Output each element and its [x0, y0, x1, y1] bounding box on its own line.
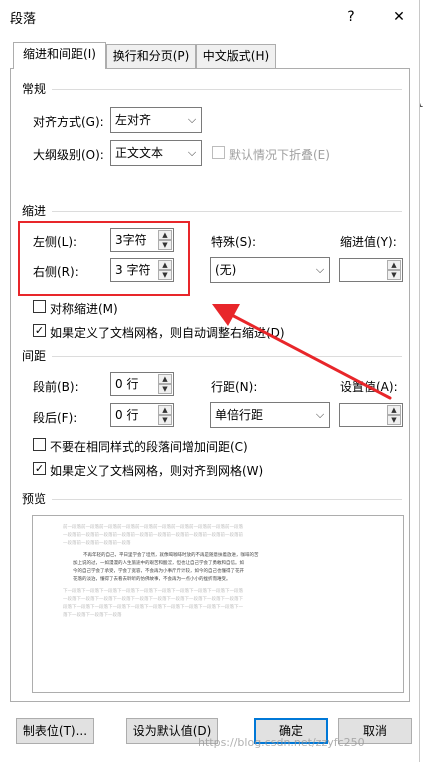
chevron-down-icon: ⌵	[187, 146, 197, 159]
preview-prev-line: 一段落前一段落前一段落前一段落	[63, 541, 131, 546]
snap-to-grid-label: 如果定义了文档网格，则对齐到网格(W)	[50, 464, 264, 478]
chevron-down-icon: ⌵	[187, 113, 197, 126]
collapse-checkbox[interactable]	[212, 146, 225, 159]
preview-prev-line: 前一段落前一段落前一段落前一段落前一段落前一段落前一段落前一段落前一段落前一段落	[63, 525, 243, 530]
section-divider	[52, 211, 402, 212]
section-divider	[52, 89, 402, 90]
indent-by-spinner[interactable]: ▲ ▼	[339, 258, 403, 282]
space-before-spinner[interactable]: 0 行 ▲ ▼	[110, 372, 174, 396]
preview-main-line: 花落的淡泊，懂得了去看去聆听的仿佛故事，不会再为一点小小的挫折而难受。	[73, 577, 231, 582]
outline-level-value: 正文文本	[115, 146, 164, 160]
space-after-label: 段后(F):	[33, 411, 78, 425]
spin-up-icon[interactable]: ▲	[158, 405, 172, 415]
spin-down-icon[interactable]: ▼	[158, 415, 172, 425]
alignment-label: 对齐方式(G):	[33, 115, 104, 129]
space-after-spinner[interactable]: 0 行 ▲ ▼	[110, 403, 174, 427]
preview-main-line: 不再年轻的自己，平日里学会了坦然，就像喝咖啡时放的不再是随意扶着放进，咖啡的苦	[83, 553, 259, 558]
spin-down-icon[interactable]: ▼	[158, 384, 172, 394]
annotation-arrow-icon	[212, 304, 392, 400]
alignment-value: 左对齐	[115, 113, 152, 127]
preview-next-line: 下一段落下一段落下一段落下一段落下一段落下一段落下一段落下一段落下一段落下一段落	[63, 589, 243, 594]
tabs-button[interactable]: 制表位(T)...	[16, 718, 94, 744]
auto-adjust-checkbox[interactable]: ✓	[33, 324, 46, 337]
paragraph-dialog: 段落 ? ✕ 缩进和间距(I) 换行和分页(P) 中文版式(H) 常规 对齐方式…	[0, 0, 420, 762]
collapse-label: 默认情况下折叠(E)	[229, 148, 330, 162]
title-bar: 段落 ? ✕	[0, 0, 420, 34]
watermark: https://blog.csdn.net/zzyfc250	[198, 736, 365, 749]
special-indent-value: (无)	[215, 263, 237, 277]
help-button[interactable]: ?	[340, 6, 362, 28]
tab-asian-typography[interactable]: 中文版式(H)	[196, 44, 276, 68]
no-space-same-style-label: 不要在相同样式的段落间增加间距(C)	[50, 440, 248, 454]
no-space-same-style-checkbox[interactable]	[33, 438, 46, 451]
spin-up-icon[interactable]: ▲	[158, 374, 172, 384]
preview-next-line: 一段落下一段落下一段落下一段落下一段落下一段落下一段落下一段落下一段落下一段落下	[63, 597, 243, 602]
section-indentation: 缩进	[22, 204, 47, 218]
close-button[interactable]: ✕	[388, 6, 410, 28]
tab-line-page-breaks[interactable]: 换行和分页(P)	[106, 44, 196, 68]
preview-next-line: 落下一段落下一段落下一段落	[63, 613, 122, 618]
dialog-title: 段落	[10, 12, 37, 27]
section-general: 常规	[22, 82, 47, 96]
space-after-value: 0 行	[115, 408, 139, 422]
snap-to-grid-checkbox[interactable]: ✓	[33, 462, 46, 475]
outline-level-label: 大纲级别(O):	[33, 148, 104, 162]
mirror-indents-label: 对称缩进(M)	[50, 302, 118, 316]
preview-box: 前一段落前一段落前一段落前一段落前一段落前一段落前一段落前一段落前一段落前一段落…	[32, 515, 404, 693]
preview-prev-line: 一段落前一段落前一段落前一段落前一段落前一段落前一段落前一段落前一段落前一段落前	[63, 533, 243, 538]
indent-by-label: 缩进值(Y):	[340, 235, 397, 249]
preview-main-line: 今的自己学会了承受，学会了宽容，不会再为小事斤斤计较，如今的自己也懂得了花开	[73, 569, 244, 574]
line-spacing-value: 单倍行距	[215, 408, 264, 422]
preview-main-line: 加上说的过，一如漫漫的人生旅途中的艰苦和酸涩，但也让自己学会了勇敢和自信。如	[73, 561, 244, 566]
spin-down-icon[interactable]: ▼	[387, 270, 401, 280]
space-before-label: 段前(B):	[33, 380, 79, 394]
special-indent-dropdown[interactable]: (无) ⌵	[210, 257, 330, 283]
section-spacing: 间距	[22, 349, 47, 363]
spin-down-icon[interactable]: ▼	[387, 415, 401, 425]
preview-next-line: 段落下一段落下一段落下一段落下一段落下一段落下一段落下一段落下一段落下一段落下一	[63, 605, 243, 610]
space-before-value: 0 行	[115, 377, 139, 391]
mirror-indents-checkbox[interactable]	[33, 300, 46, 313]
section-divider	[52, 499, 402, 500]
chevron-down-icon: ⌵	[315, 263, 325, 276]
special-indent-label: 特殊(S):	[211, 235, 257, 249]
section-preview: 预览	[22, 492, 47, 506]
outline-level-dropdown[interactable]: 正文文本 ⌵	[110, 140, 202, 166]
spin-up-icon[interactable]: ▲	[387, 260, 401, 270]
tab-indents-spacing[interactable]: 缩进和间距(I)	[13, 42, 106, 69]
highlight-box	[18, 221, 190, 296]
alignment-dropdown[interactable]: 左对齐 ⌵	[110, 107, 202, 133]
